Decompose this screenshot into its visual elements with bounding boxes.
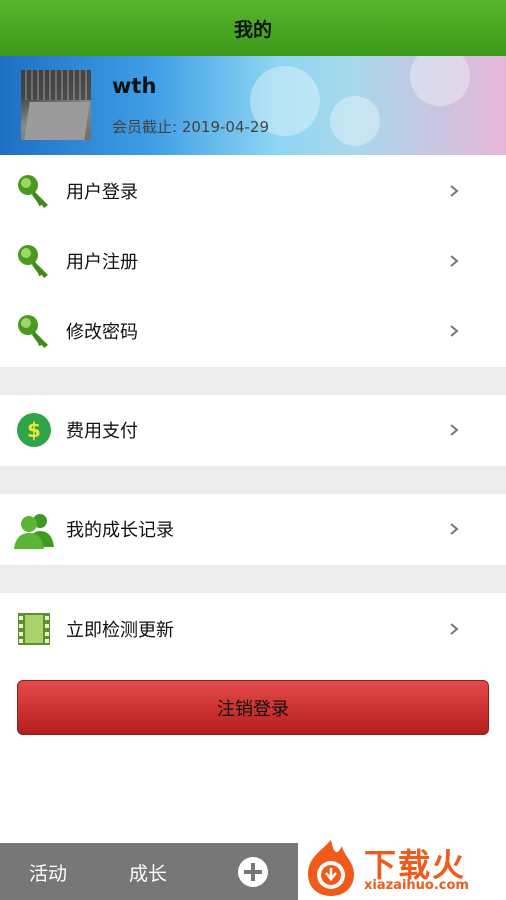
menu-item-payment[interactable]: $ 费用支付 bbox=[0, 395, 506, 465]
flame-logo-icon bbox=[308, 840, 354, 896]
key-icon bbox=[18, 245, 48, 278]
users-icon bbox=[14, 514, 54, 549]
film-icon bbox=[18, 613, 50, 645]
svg-text:$: $ bbox=[27, 418, 41, 442]
logout-button[interactable]: 注销登录 bbox=[17, 680, 489, 735]
section-divider bbox=[0, 565, 506, 593]
watermark-url: xiazaihuo.com bbox=[364, 878, 469, 893]
chevron-right-icon bbox=[450, 325, 459, 337]
key-icon bbox=[18, 175, 48, 208]
menu-item-check-update[interactable]: 立即检测更新 bbox=[0, 594, 506, 664]
chevron-right-icon bbox=[450, 185, 459, 197]
menu-item-label: 用户注册 bbox=[66, 252, 138, 273]
avatar[interactable] bbox=[21, 70, 91, 140]
profile-banner[interactable]: wth 会员截止: 2019-04-29 bbox=[0, 56, 506, 155]
menu-item-register[interactable]: 用户注册 bbox=[0, 226, 506, 296]
dollar-icon: $ bbox=[17, 413, 51, 447]
logout-label: 注销登录 bbox=[217, 698, 289, 720]
menu-item-growth-record[interactable]: 我的成长记录 bbox=[0, 494, 506, 564]
title-bar: 我的 bbox=[0, 0, 506, 56]
chevron-right-icon bbox=[450, 255, 459, 267]
membership-expiry: 会员截止: 2019-04-29 bbox=[112, 118, 269, 136]
menu-item-label: 修改密码 bbox=[66, 322, 138, 343]
menu-item-login[interactable]: 用户登录 bbox=[0, 156, 506, 226]
chevron-right-icon bbox=[450, 523, 459, 535]
menu-item-label: 立即检测更新 bbox=[66, 620, 174, 641]
page-title: 我的 bbox=[233, 18, 272, 41]
key-icon bbox=[18, 315, 48, 348]
tab-activity[interactable]: 活动 bbox=[29, 859, 67, 886]
menu-item-label: 用户登录 bbox=[66, 182, 138, 203]
bokeh-decoration bbox=[330, 96, 380, 146]
section-divider bbox=[0, 367, 506, 395]
tab-growth[interactable]: 成长 bbox=[129, 859, 167, 886]
menu-item-change-password[interactable]: 修改密码 bbox=[0, 296, 506, 366]
menu-item-label: 费用支付 bbox=[66, 421, 138, 442]
watermark: 下载火 xiazaihuo.com bbox=[298, 836, 506, 900]
add-icon[interactable] bbox=[237, 856, 269, 888]
menu-item-label: 我的成长记录 bbox=[66, 520, 174, 541]
section-divider bbox=[0, 466, 506, 494]
chevron-right-icon bbox=[450, 623, 459, 635]
chevron-right-icon bbox=[450, 424, 459, 436]
username: wth bbox=[112, 74, 157, 98]
bokeh-decoration bbox=[410, 56, 470, 106]
